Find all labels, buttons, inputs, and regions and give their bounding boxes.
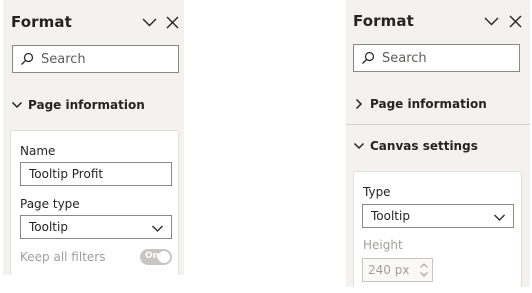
format-pane-left: Format Page information Name Page type T…: [3, 0, 184, 275]
pane-title: Format: [353, 12, 414, 30]
chevron-down-icon: [493, 211, 506, 224]
name-field[interactable]: [20, 162, 172, 186]
search-input[interactable]: [41, 50, 171, 68]
section-label: Page information: [370, 97, 487, 111]
dropdown-value: Tooltip: [29, 220, 68, 234]
format-pane-header: Format: [346, 0, 530, 42]
format-pane-right: Format Page information Canvas settings …: [346, 0, 530, 287]
chevron-down-icon[interactable]: [419, 270, 429, 279]
chevron-down-icon: [353, 140, 365, 152]
height-label: Height: [363, 238, 403, 252]
height-field[interactable]: 240 px: [362, 258, 433, 282]
format-pane-header: Format: [3, 0, 184, 42]
section-canvas-settings[interactable]: Canvas settings: [353, 136, 523, 156]
section-label: Canvas settings: [370, 139, 478, 153]
height-value: 240 px: [368, 263, 410, 277]
type-dropdown[interactable]: Tooltip: [362, 204, 514, 228]
type-label: Type: [363, 185, 391, 199]
section-divider: [346, 124, 530, 125]
page-type-dropdown[interactable]: Tooltip: [20, 215, 172, 239]
section-page-information[interactable]: Page information: [353, 94, 523, 114]
keep-all-filters-label: Keep all filters: [20, 250, 106, 264]
name-input[interactable]: [21, 163, 171, 185]
page-type-label: Page type: [20, 197, 80, 211]
search-box[interactable]: [353, 44, 520, 72]
toggle-text: On: [145, 251, 160, 261]
toggle-knob: [158, 251, 170, 263]
chevron-down-icon: [11, 99, 23, 111]
chevron-down-icon[interactable]: [483, 13, 500, 30]
dropdown-value: Tooltip: [371, 209, 410, 223]
page-information-card: Name Page type Tooltip Keep all filters …: [10, 130, 179, 275]
canvas-settings-card: Type Tooltip Height 240 px: [353, 171, 522, 287]
close-icon[interactable]: [507, 13, 524, 30]
search-input[interactable]: [382, 49, 512, 67]
chevron-down-icon[interactable]: [141, 14, 158, 31]
chevron-right-icon: [353, 98, 365, 110]
close-icon[interactable]: [164, 14, 181, 31]
section-page-information[interactable]: Page information: [11, 95, 176, 115]
search-icon: [20, 52, 34, 66]
keep-all-filters-toggle[interactable]: On: [140, 249, 172, 265]
chevron-up-icon[interactable]: [419, 261, 429, 270]
pane-title: Format: [11, 13, 72, 31]
section-label: Page information: [28, 98, 145, 112]
chevron-down-icon: [151, 222, 164, 235]
search-box[interactable]: [12, 45, 179, 73]
name-label: Name: [20, 144, 56, 158]
search-icon: [361, 51, 375, 65]
